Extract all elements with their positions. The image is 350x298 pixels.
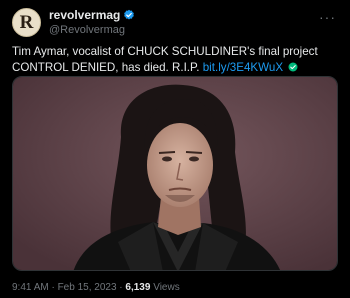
author-avatar[interactable]: R <box>12 7 41 37</box>
views-label: Views <box>150 282 180 293</box>
tweet-text: Tim Aymar, vocalist of CHUCK SCHULDINER'… <box>12 44 338 76</box>
author-names: revolvermag @Revolvermag <box>49 8 135 36</box>
verified-badge-icon <box>123 9 135 21</box>
avatar-logo-letter: R <box>19 12 34 33</box>
tweet-meta: 9:41 AM · Feb 15, 2023 · 6,139 Views <box>12 282 180 293</box>
tweet-link[interactable]: bit.ly/3E4KWuX <box>203 61 283 74</box>
tweet-header: R revolvermag @Revolvermag <box>12 7 135 37</box>
check-circle-icon <box>288 61 298 72</box>
tweet-photo[interactable] <box>12 76 338 271</box>
more-options-icon[interactable]: ··· <box>319 9 336 25</box>
portrait-photo <box>13 77 337 270</box>
author-handle[interactable]: @Revolvermag <box>49 24 135 36</box>
views-count: 6,139 <box>125 282 151 293</box>
tweet-timestamp[interactable]: 9:41 AM · Feb 15, 2023 · <box>12 282 125 293</box>
author-display-name[interactable]: revolvermag <box>49 8 120 22</box>
